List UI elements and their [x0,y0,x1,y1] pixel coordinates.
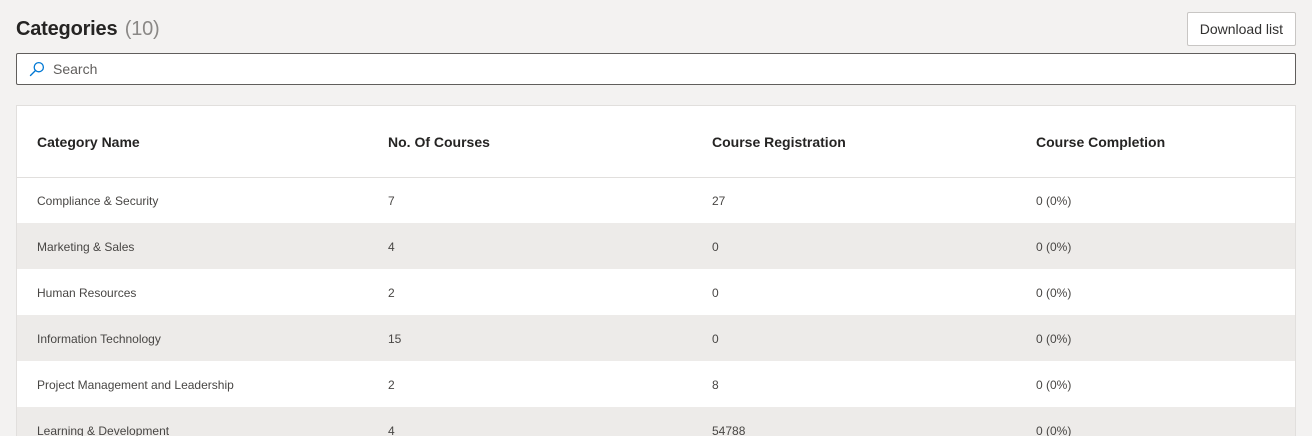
cell-course-completion: 0 (0%) [1036,331,1072,346]
cell-category-name: Compliance & Security [37,193,159,208]
cell-course-registration: 0 [712,331,719,346]
column-header-course-completion[interactable]: Course Completion [1016,106,1295,177]
cell-category-name: Information Technology [37,331,161,346]
table-row[interactable]: Information Technology 15 0 0 (0%) [17,315,1295,361]
cell-course-completion: 0 (0%) [1036,423,1072,436]
page-title: Categories (10) [16,18,160,41]
download-list-button[interactable]: Download list [1186,12,1296,46]
table-row[interactable]: Compliance & Security 7 27 0 (0%) [17,177,1295,223]
cell-course-completion: 0 (0%) [1036,193,1072,208]
cell-category-name: Human Resources [37,285,137,300]
search-input[interactable] [53,54,1295,84]
cell-course-completion: 0 (0%) [1036,239,1072,254]
search-box[interactable] [16,53,1296,85]
cell-no-of-courses: 2 [388,377,395,392]
table-row[interactable]: Project Management and Leadership 2 8 0 … [17,361,1295,407]
table-row[interactable]: Human Resources 2 0 0 (0%) [17,269,1295,315]
search-icon [29,61,45,77]
cell-no-of-courses: 4 [388,239,395,254]
cell-category-name: Learning & Development [37,423,170,436]
cell-no-of-courses: 4 [388,423,395,436]
cell-no-of-courses: 15 [388,331,402,346]
cell-course-completion: 0 (0%) [1036,377,1072,392]
page-title-text: Categories [16,17,118,40]
cell-no-of-courses: 7 [388,193,395,208]
cell-category-name: Marketing & Sales [37,239,135,254]
cell-course-registration: 54788 [712,423,746,436]
cell-course-registration: 27 [712,193,726,208]
categories-table: Category Name No. Of Courses Course Regi… [16,105,1296,436]
table-header-row: Category Name No. Of Courses Course Regi… [17,106,1295,177]
cell-course-registration: 0 [712,239,719,254]
category-count: (10) [124,17,160,40]
cell-category-name: Project Management and Leadership [37,377,234,392]
column-header-category-name[interactable]: Category Name [17,106,368,177]
page-header: Categories (10) Download list [16,12,1296,46]
column-header-no-of-courses[interactable]: No. Of Courses [368,106,692,177]
cell-no-of-courses: 2 [388,285,395,300]
column-header-course-registration[interactable]: Course Registration [692,106,1016,177]
cell-course-completion: 0 (0%) [1036,285,1072,300]
cell-course-registration: 0 [712,285,719,300]
table-row[interactable]: Learning & Development 4 54788 0 (0%) [17,407,1295,436]
table-row[interactable]: Marketing & Sales 4 0 0 (0%) [17,223,1295,269]
cell-course-registration: 8 [712,377,719,392]
